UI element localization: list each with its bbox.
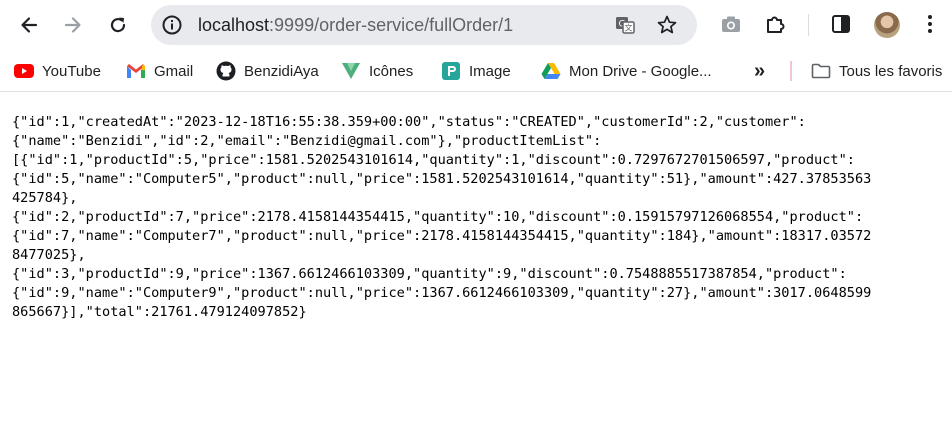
puzzle-piece-icon [767,16,785,33]
toolbar-divider [808,14,809,36]
folder-icon [811,61,831,81]
back-arrow-icon [21,17,38,33]
reload-button[interactable] [101,8,135,42]
bookmark-icones[interactable]: Icônes [341,60,413,82]
side-panel-icon [832,15,850,33]
toolbar-bottom-border [0,91,952,92]
image-app-icon [441,61,461,81]
url-host: localhost [198,15,270,35]
menu-button[interactable] [918,12,942,36]
json-line: {"name":"Benzidi","id":2,"email":"Benzid… [12,133,602,149]
extensions-button[interactable] [763,12,787,36]
json-response: {"id":1,"createdAt":"2023-12-18T16:55:38… [12,113,952,322]
bookmarks-bar: YouTube Gmail BenzidiAya Icônes Image Mo… [0,50,952,91]
bookmark-gmail[interactable]: Gmail [126,60,193,82]
back-button[interactable] [12,8,46,42]
more-vertical-icon [928,15,932,33]
json-line: 865667}],"total":21761.479124097852} [12,304,307,320]
json-line: {"id":9,"name":"Computer9","product":nul… [12,285,872,301]
forward-arrow-icon [64,17,81,33]
json-line: {"id":2,"productId":7,"price":2178.41581… [12,209,864,225]
bookmark-label: Icônes [369,62,414,80]
bookmark-image[interactable]: Image [441,60,511,82]
google-drive-icon [541,61,561,81]
side-panel-button[interactable] [829,12,853,36]
gmail-icon [126,61,146,81]
bookmark-github[interactable]: BenzidiAya [216,60,319,82]
bookmark-label: Mon Drive - Google... [569,62,712,80]
translate-icon[interactable]: G 文 [614,14,636,36]
address-bar[interactable]: localhost:9999/order-service/fullOrder/1… [151,5,697,45]
overflow-chevron-icon: » [754,59,766,82]
camera-icon [722,16,740,32]
reload-icon [110,17,126,33]
youtube-icon [14,61,34,81]
forward-button[interactable] [56,8,90,42]
bookmark-label: Tous les favoris [839,62,943,80]
json-line: {"id":7,"name":"Computer7","product":nul… [12,228,872,244]
browser-toolbar: localhost:9999/order-service/fullOrder/1… [0,0,952,50]
json-line: {"id":1,"createdAt":"2023-12-18T16:55:38… [12,114,806,130]
camera-button[interactable] [719,12,743,36]
json-line: [{"id":1,"productId":5,"price":1581.5202… [12,152,855,168]
svg-text:文: 文 [625,23,633,33]
url-text[interactable]: localhost:9999/order-service/fullOrder/1 [198,14,513,36]
json-line: {"id":5,"name":"Computer5","product":nul… [12,171,872,187]
site-info-icon[interactable] [161,14,183,36]
bookmark-label: BenzidiAya [244,62,319,80]
bookmark-youtube[interactable]: YouTube [14,60,101,82]
bookmarks-overflow-button[interactable]: » [754,60,765,82]
bookmark-label: Image [469,62,511,80]
json-line: {"id":3,"productId":9,"price":1367.66124… [12,266,847,282]
json-line: 8477025}, [12,247,86,263]
bookmark-label: YouTube [42,62,101,80]
bookmark-star-icon[interactable] [656,14,678,36]
bookmark-label: Gmail [154,62,194,80]
github-icon [216,61,236,81]
bookmark-google-drive[interactable]: Mon Drive - Google... [541,60,712,82]
bookmarks-separator [790,61,792,81]
all-bookmarks-button[interactable]: Tous les favoris [811,60,942,82]
profile-avatar[interactable] [874,12,900,38]
json-line: 425784}, [12,190,78,206]
vuetify-icon [341,61,361,81]
url-path: :9999/order-service/fullOrder/1 [269,15,514,35]
